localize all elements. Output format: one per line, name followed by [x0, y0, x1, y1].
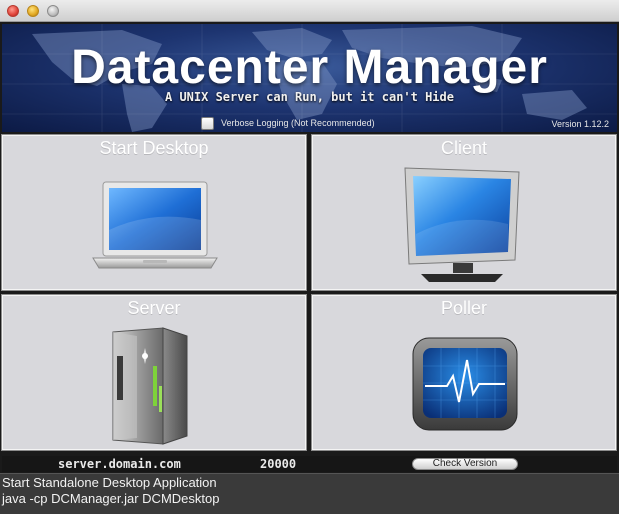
app-tagline: A UNIX Server can Run, but it can't Hide [165, 90, 454, 104]
description-line: Start Standalone Desktop Application [2, 475, 217, 490]
command-description-panel: Start Standalone Desktop Application jav… [0, 473, 619, 514]
start-desktop-tile[interactable]: Start Desktop [1, 134, 307, 291]
poller-label: Poller [440, 298, 488, 318]
window-titlebar[interactable] [0, 0, 619, 22]
connection-statusbar: server.domain.com 20000 Check Version [2, 456, 617, 472]
minimize-window-button[interactable] [27, 5, 39, 17]
check-version-button[interactable]: Check Version [412, 458, 518, 470]
version-label: Version 1.12.2 [551, 119, 609, 129]
app-title: Datacenter Manager [71, 41, 548, 94]
client-tile[interactable]: Client [311, 134, 617, 291]
start-desktop-label: Start Desktop [99, 138, 209, 158]
zoom-window-button[interactable] [47, 5, 59, 17]
close-window-button[interactable] [7, 5, 19, 17]
verbose-logging-option[interactable]: Verbose Logging (Not Recommended) [201, 116, 375, 130]
verbose-logging-checkbox[interactable] [201, 116, 214, 130]
heartbeat-monitor-icon [412, 337, 518, 431]
server-label: Server [127, 298, 181, 318]
verbose-logging-label[interactable]: Verbose Logging (Not Recommended) [221, 118, 375, 128]
laptop-icon [92, 181, 218, 269]
server-host-value: server.domain.com [58, 457, 181, 471]
server-tile[interactable]: Server [1, 294, 307, 451]
client-label: Client [440, 138, 488, 158]
monitor-icon [404, 167, 520, 282]
server-port-value: 20000 [260, 457, 297, 471]
poller-tile[interactable]: Poller [311, 294, 617, 451]
command-line: java -cp DCManager.jar DCMDesktop [2, 491, 220, 506]
header-banner: Datacenter Manager A UNIX Server can Run… [2, 24, 617, 132]
server-rack-icon [112, 327, 188, 445]
